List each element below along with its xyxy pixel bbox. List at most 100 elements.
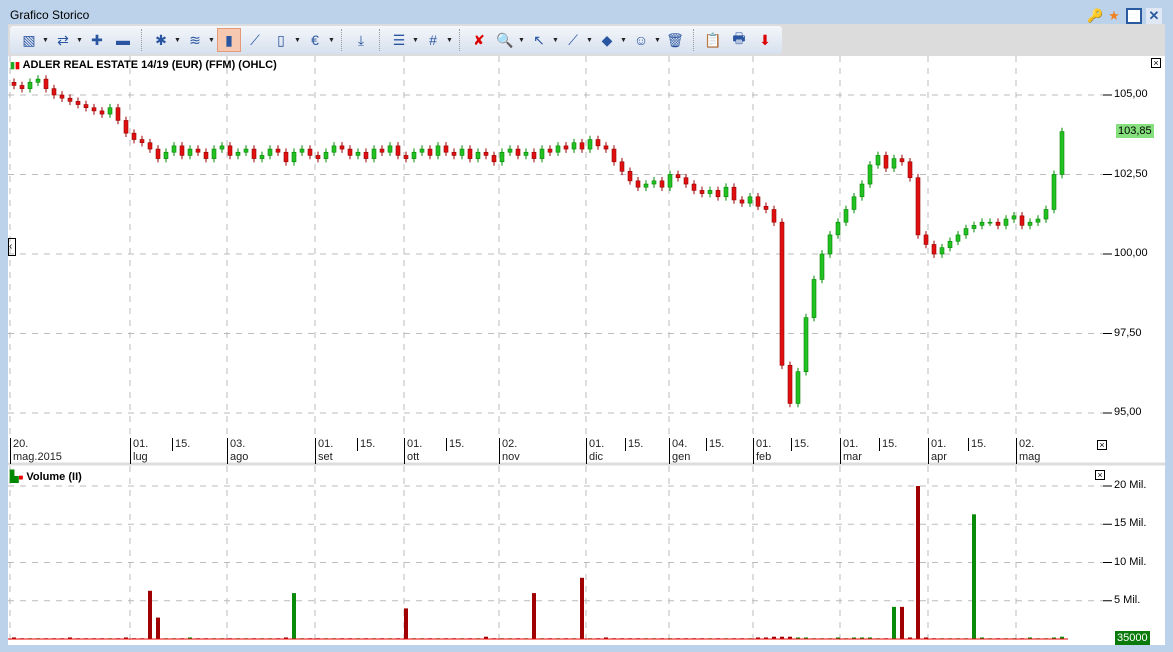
fill-icon[interactable]: ◆ [595,28,619,52]
ohlc-bar [739,199,745,204]
date-axis-label: 15. [357,438,375,451]
trendline-icon[interactable]: ⤓ [349,28,373,52]
compare-icon[interactable]: ⇄ [51,28,75,52]
face-dropdown[interactable]: ▼ [654,37,662,44]
candles-dropdown[interactable]: ▼ [294,37,302,44]
ohlc-bar [787,364,793,404]
study-options-icon[interactable]: ≋ [183,28,207,52]
ohlc-bar [35,78,41,83]
compare-dropdown[interactable]: ▼ [76,37,84,44]
ohlc-bar [475,151,481,159]
date-axis-label: 03. ago [227,438,248,464]
ohlc-bar [395,145,401,156]
date-axis-label: 01. lug [130,438,148,464]
chart-type-icon[interactable]: ▧ [17,28,41,52]
ohlc-bar [283,151,289,163]
settings-icon[interactable]: 🔑 [1087,8,1103,24]
ohlc-bar [387,145,393,153]
remove-indicator-icon[interactable]: ▬ [111,28,135,52]
ohlc-bar [27,81,33,89]
volume-bar [972,514,976,639]
scroll-left-icon[interactable]: ‹ [8,238,16,256]
close-axis-icon[interactable]: × [1097,440,1107,450]
ohlc-bar [819,253,825,280]
drawing-tools-icon[interactable]: ⟋ [243,28,267,52]
candles-icon[interactable]: ▯ [269,28,293,52]
delete-drawings-icon[interactable]: ✘ [467,28,491,52]
ohlc-bar [1043,209,1049,220]
ohlc-bar [555,145,561,153]
maximize-icon[interactable] [1126,8,1142,24]
ohlc-bar [971,225,977,229]
last-volume-badge: 35000 [1115,631,1150,645]
toolbar-separator [341,29,343,51]
export-icon[interactable]: ⬇ [753,28,777,52]
zoom-icon[interactable]: 🔍 [493,28,517,52]
ohlc-bar [59,94,65,99]
chart-type-dropdown[interactable]: ▼ [42,37,50,44]
measure-icon[interactable]: ⟋ [561,28,585,52]
price-pane-title: ▮▮ ADLER REAL ESTATE 14/19 (EUR) (FFM) (… [10,59,277,71]
volume-bar [404,608,408,639]
pointer-dropdown[interactable]: ▼ [552,37,560,44]
ohlc-bar [987,221,993,224]
volume-bar [580,577,584,639]
date-axis-label: 15. [625,438,643,451]
title-bar: Grafico Storico 🔑 ★ ✕ [0,0,1173,27]
trash-icon[interactable]: 🗑 [663,28,687,52]
ohlc-bar [963,228,969,236]
face-icon[interactable]: ☺ [629,28,653,52]
chart-canvas[interactable] [8,56,1165,645]
ohlc-bar [603,145,609,150]
line-styles-dropdown[interactable]: ▼ [412,37,420,44]
ohlc-bar [379,148,385,153]
date-axis-label: 15. [706,438,724,451]
fill-dropdown[interactable]: ▼ [620,37,628,44]
price-axis-label: 102,50 [1114,167,1148,180]
volume-bar [156,617,160,639]
grid-icon[interactable]: # [421,28,445,52]
clipboard-icon[interactable]: 📋 [701,28,725,52]
ohlc-bar [907,161,913,178]
volume-axis-label: 5 Mil. [1114,593,1141,606]
close-icon[interactable]: ✕ [1146,8,1162,24]
line-styles-icon[interactable]: ☰ [387,28,411,52]
volume-bar [892,606,896,639]
ohlc-bar [995,221,1001,226]
zoom-dropdown[interactable]: ▼ [518,37,526,44]
grid-dropdown[interactable]: ▼ [446,37,454,44]
ohlc-bar [539,148,545,159]
ohlc-bar [11,81,17,86]
favorite-icon[interactable]: ★ [1106,8,1122,24]
volume-title: Volume (II) [26,471,82,483]
currency-icon[interactable]: € [303,28,327,52]
volume-bars-icon[interactable]: ▮ [217,28,241,52]
add-indicator-icon[interactable]: ✚ [85,28,109,52]
print-icon[interactable]: 🖶 [727,28,751,52]
ohlc-bar [915,177,921,236]
toolbar: ▧ ▼ ⇄ ▼ ✚ ▬ ✱ ▼ ≋ ▼ ▮ ⟋ ▯ ▼ € ▼ ⤓ ☰ ▼ # ▼ ✘ 🔍 ▼ ↖ ▼ ⟋ ▼ ◆ ▼ ☺ ▼ 🗑 📋 🖶 ⬇ [10,26,782,54]
ohlc-bar [171,145,177,153]
measure-dropdown[interactable]: ▼ [586,37,594,44]
date-axis-label: 20. mag.2015 [10,438,62,464]
pointer-icon[interactable]: ↖ [527,28,551,52]
ohlc-bar [1059,131,1065,175]
ohlc-bar [147,142,153,150]
ohlc-bar [243,148,249,153]
ohlc-bar [747,196,753,204]
ohlc-bar [635,180,641,188]
ohlc-bar [563,145,569,150]
ohlc-bar [83,104,89,109]
new-study-dropdown[interactable]: ▼ [174,37,182,44]
chart-area[interactable]: ▮▮ ADLER REAL ESTATE 14/19 (EUR) (FFM) (… [8,56,1165,645]
new-study-icon[interactable]: ✱ [149,28,173,52]
ohlc-bar [227,145,233,156]
currency-dropdown[interactable]: ▼ [328,37,336,44]
volume-bar [532,593,536,639]
close-pane-icon[interactable]: × [1151,58,1161,68]
ohlc-bar [99,110,105,115]
ohlc-bar [795,371,801,404]
study-options-dropdown[interactable]: ▼ [208,37,216,44]
close-volume-pane-icon[interactable]: × [1095,470,1105,480]
ohlc-bar [235,151,241,156]
